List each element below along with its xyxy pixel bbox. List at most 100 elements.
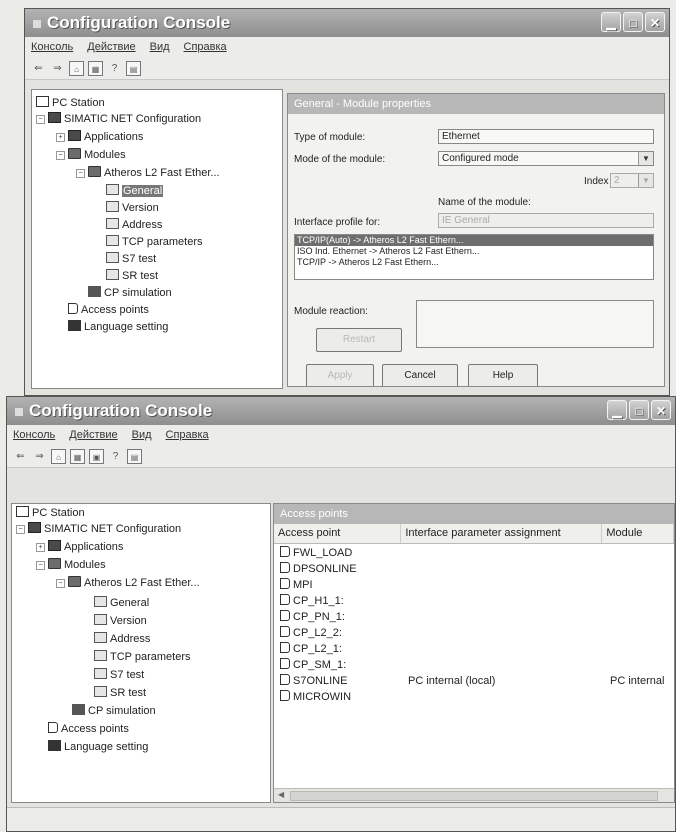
tree-applications[interactable]: Applications [68, 130, 143, 144]
tree-tcp-parameters[interactable]: TCP parameters [94, 650, 191, 664]
tree-pane: PC Station − SIMATIC NET Configuration +… [11, 503, 271, 803]
list-row[interactable]: CP_SM_1: [280, 658, 346, 672]
tree-modules[interactable]: Modules [68, 148, 126, 162]
profile-list[interactable]: TCP/IP(Auto) -> Atheros L2 Fast Ethern..… [294, 234, 654, 280]
expand-applications[interactable]: + [36, 543, 45, 552]
title-bar[interactable]: Configuration Console ▁ □ ✕ [25, 9, 669, 37]
help-icon[interactable]: ? [108, 449, 123, 464]
expand-applications[interactable]: + [56, 133, 65, 142]
minimize-button[interactable]: ▁ [607, 400, 627, 420]
close-button[interactable]: ✕ [645, 12, 665, 32]
tree-sr-test[interactable]: SR test [106, 269, 158, 283]
profile-item[interactable]: TCP/IP(Auto) -> Atheros L2 Fast Ethern..… [295, 235, 653, 246]
profile-field[interactable]: IE General [438, 213, 654, 228]
list-row[interactable]: MPI [280, 578, 313, 592]
maximize-button[interactable]: □ [629, 400, 649, 420]
list-row[interactable]: CP_L2_1: [280, 642, 342, 656]
column-access-point[interactable]: Access point [274, 524, 402, 543]
tree-general[interactable]: General [94, 596, 149, 610]
menu-view[interactable]: Вид [150, 41, 170, 53]
tree-pc-station[interactable]: PC Station [16, 506, 85, 520]
expand-atheros[interactable]: − [76, 169, 85, 178]
menu-help[interactable]: Справка [166, 429, 209, 441]
tree-general[interactable]: General [106, 184, 164, 198]
tree-cp-simulation[interactable]: CP simulation [72, 704, 156, 718]
tree-simatic-net[interactable]: SIMATIC NET Configuration [28, 522, 181, 536]
tree-applications[interactable]: Applications [48, 540, 123, 554]
forward-icon[interactable]: ⇒ [32, 449, 47, 464]
list-row[interactable]: MICROWIN [280, 690, 351, 704]
page-icon [94, 596, 107, 607]
tree-language-setting[interactable]: Language setting [68, 320, 168, 334]
column-module[interactable]: Module [602, 524, 674, 543]
horizontal-scrollbar[interactable]: ◀ [274, 788, 674, 802]
title-bar[interactable]: Configuration Console ▁ □ ✕ [7, 397, 675, 425]
tree-sr-test[interactable]: SR test [94, 686, 146, 700]
chevron-down-icon[interactable]: ▼ [638, 174, 653, 187]
list-row[interactable]: S7ONLINE [280, 674, 347, 688]
simulation-icon [88, 286, 101, 297]
chevron-down-icon[interactable]: ▼ [638, 152, 653, 165]
show-tree-icon[interactable]: ▦ [70, 448, 85, 464]
tree-access-points[interactable]: Access points [68, 303, 149, 317]
tree-tcp-parameters[interactable]: TCP parameters [106, 235, 203, 249]
menu-console[interactable]: Консоль [13, 429, 55, 441]
up-folder-icon[interactable]: ⌂ [51, 448, 66, 464]
tree-simatic-net[interactable]: SIMATIC NET Configuration [48, 112, 201, 126]
list-row[interactable]: CP_L2_2: [280, 626, 342, 640]
tree-address[interactable]: Address [94, 632, 150, 646]
list-row[interactable]: FWL_LOAD [280, 546, 352, 560]
tree-language-setting[interactable]: Language setting [48, 740, 148, 754]
help-button[interactable]: Help [468, 364, 538, 386]
forward-icon[interactable]: ⇒ [50, 61, 65, 76]
properties-icon[interactable]: ▤ [127, 448, 142, 464]
tree-modules[interactable]: Modules [48, 558, 106, 572]
scroll-left-icon[interactable]: ◀ [278, 790, 284, 799]
index-select[interactable]: 2 ▼ [610, 173, 654, 188]
tree-cp-simulation[interactable]: CP simulation [88, 286, 172, 300]
profile-item[interactable]: TCP/IP -> Atheros L2 Fast Ethern... [295, 257, 653, 268]
status-bar [7, 807, 675, 831]
apply-button[interactable]: Apply [306, 364, 374, 386]
list-row[interactable]: DPSONLINE [280, 562, 357, 576]
expand-modules[interactable]: − [36, 561, 45, 570]
menu-action[interactable]: Действие [87, 41, 135, 53]
tree-atheros[interactable]: Atheros L2 Fast Ether... [88, 166, 220, 180]
tree-version[interactable]: Version [106, 201, 159, 215]
cancel-button[interactable]: Cancel [382, 364, 458, 386]
show-tree-icon[interactable]: ▦ [88, 60, 103, 76]
up-folder-icon[interactable]: ⌂ [69, 60, 84, 76]
back-icon[interactable]: ⇐ [13, 449, 28, 464]
back-icon[interactable]: ⇐ [31, 61, 46, 76]
expand-simatic[interactable]: − [36, 115, 45, 124]
window-title: Configuration Console [47, 13, 231, 32]
tree-address[interactable]: Address [106, 218, 162, 232]
tree-s7-test[interactable]: S7 test [94, 668, 144, 682]
column-interface-assignment[interactable]: Interface parameter assignment [401, 524, 603, 543]
expand-atheros[interactable]: − [56, 579, 65, 588]
menu-console[interactable]: Консоль [31, 41, 73, 53]
minimize-button[interactable]: ▁ [601, 12, 621, 32]
list-row[interactable]: CP_H1_1: [280, 594, 344, 608]
tree-access-points[interactable]: Access points [48, 722, 129, 736]
properties-icon[interactable]: ▤ [126, 60, 141, 76]
list-row[interactable]: CP_PN_1: [280, 610, 345, 624]
mode-select[interactable]: Configured mode ▼ [438, 151, 654, 166]
profile-item[interactable]: ISO Ind. Ethernet -> Atheros L2 Fast Eth… [295, 246, 653, 257]
profile-label: Interface profile for: [294, 217, 381, 228]
export-icon[interactable]: ▣ [89, 448, 104, 464]
scroll-thumb[interactable] [290, 791, 658, 801]
help-icon[interactable]: ? [107, 61, 122, 76]
tree-s7-test[interactable]: S7 test [106, 252, 156, 266]
close-button[interactable]: ✕ [651, 400, 671, 420]
tree-atheros[interactable]: Atheros L2 Fast Ether... [68, 576, 200, 590]
menu-help[interactable]: Справка [184, 41, 227, 53]
tree-version[interactable]: Version [94, 614, 147, 628]
menu-view[interactable]: Вид [132, 429, 152, 441]
tree-pc-station[interactable]: PC Station [36, 96, 105, 110]
restart-button[interactable]: Restart [316, 328, 402, 352]
expand-simatic[interactable]: − [16, 525, 25, 534]
menu-action[interactable]: Действие [69, 429, 117, 441]
expand-modules[interactable]: − [56, 151, 65, 160]
maximize-button[interactable]: □ [623, 12, 643, 32]
